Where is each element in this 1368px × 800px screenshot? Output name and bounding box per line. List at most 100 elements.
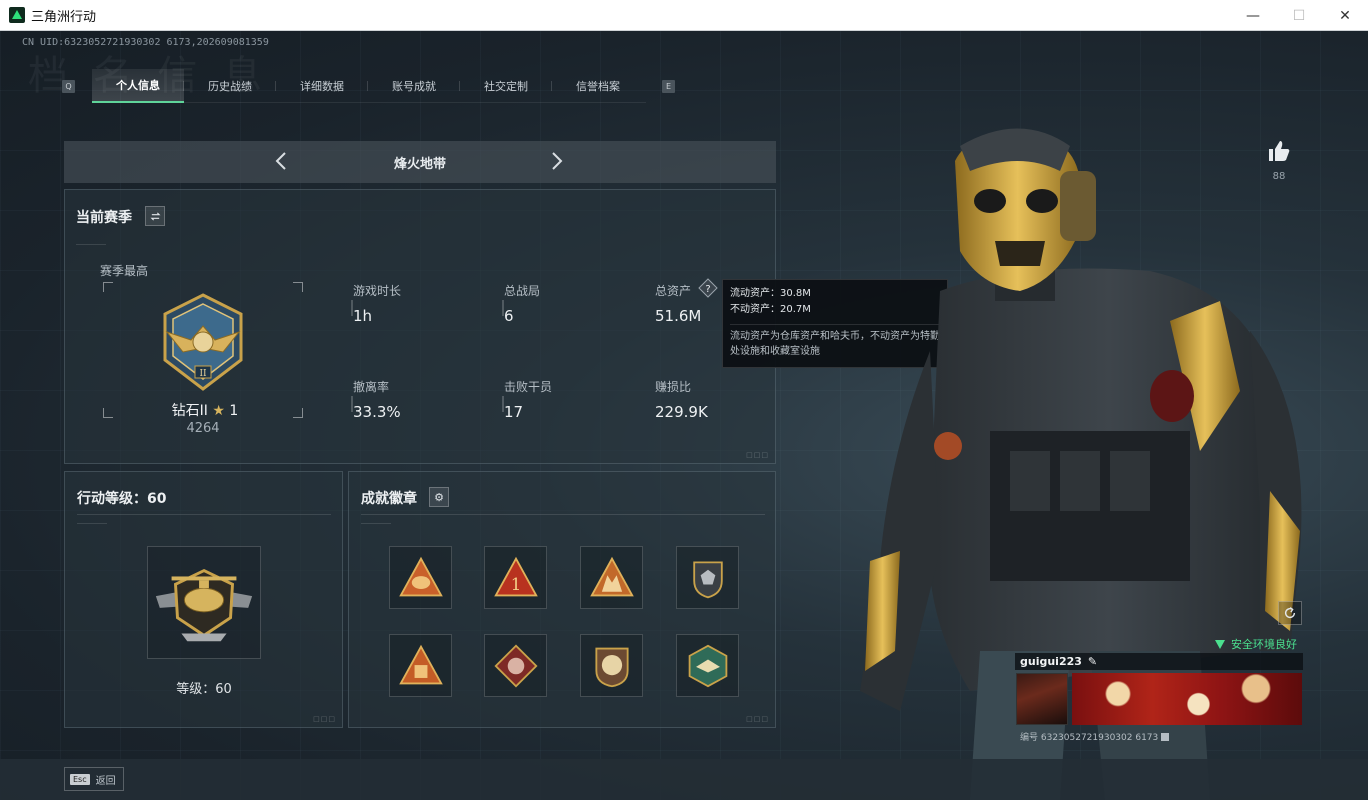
stat-bar bbox=[502, 396, 504, 412]
tab-bar: Q 个人信息 历史战绩 详细数据 账号成就 社交定制 信誉档案 E bbox=[62, 69, 676, 103]
season-best-label: 赛季最高 bbox=[100, 264, 149, 278]
achievement-badge-4[interactable] bbox=[676, 546, 739, 609]
tab-next-key[interactable]: E bbox=[662, 79, 675, 93]
stat-bar bbox=[351, 300, 353, 316]
back-button[interactable]: Esc 返回 bbox=[64, 767, 124, 791]
level-panel: 行动等级：60 等级：60 □□□ bbox=[64, 471, 343, 728]
maximize-button[interactable]: ☐ bbox=[1276, 0, 1322, 31]
rank-score: 4264 bbox=[186, 421, 220, 436]
achievement-badge-1[interactable] bbox=[389, 546, 452, 609]
refresh-icon bbox=[1284, 607, 1296, 619]
tab-personal-info[interactable]: 个人信息 bbox=[92, 69, 184, 103]
stat-label: 游戏时长 bbox=[353, 284, 402, 298]
edit-pencil-icon[interactable]: ✎ bbox=[1088, 655, 1097, 668]
window-controls: — ☐ ✕ bbox=[1230, 0, 1368, 31]
achievement-badge-7[interactable] bbox=[580, 634, 643, 697]
tab-account-achievements[interactable]: 账号成就 bbox=[368, 69, 460, 103]
window-titlebar: 三角洲行动 — ☐ ✕ bbox=[0, 0, 1368, 31]
level-title: 行动等级：60 bbox=[77, 491, 167, 507]
player-uid-row: 编号 6323052721930302 6173 bbox=[1020, 730, 1170, 743]
achievement-badge-8[interactable] bbox=[676, 634, 739, 697]
esc-key: Esc bbox=[70, 773, 90, 785]
dragon-diamond-badge-icon bbox=[493, 643, 538, 688]
achievement-badge-3[interactable] bbox=[580, 546, 643, 609]
level-badge-frame bbox=[147, 546, 261, 659]
rank-star-icon: ★ bbox=[212, 403, 225, 419]
frame-corner bbox=[293, 282, 303, 292]
player-banner bbox=[1072, 673, 1302, 725]
season-panel: 当前赛季 赛季最高 II 钻石II ★ 1 4264 游戏时长 1h 总战局 6… bbox=[64, 189, 776, 464]
like-widget[interactable]: 88 bbox=[1262, 139, 1296, 182]
tab-detailed-data[interactable]: 详细数据 bbox=[276, 69, 368, 103]
bottom-bar: Esc 返回 bbox=[0, 759, 1368, 800]
tab-social-custom[interactable]: 社交定制 bbox=[460, 69, 552, 103]
frame-corner bbox=[103, 408, 113, 418]
svg-text:II: II bbox=[199, 369, 207, 379]
refresh-button[interactable] bbox=[1278, 601, 1302, 625]
divider bbox=[361, 514, 765, 515]
bag-triangle-badge-icon bbox=[398, 644, 443, 684]
chevron-right-icon[interactable] bbox=[546, 151, 566, 171]
achievement-badge-2[interactable]: 1 bbox=[484, 546, 547, 609]
shield-check-icon bbox=[1215, 640, 1225, 649]
stat-label: 击败干员 bbox=[504, 380, 553, 394]
chevron-left-icon[interactable] bbox=[272, 151, 292, 171]
window-title: 三角洲行动 bbox=[31, 9, 97, 25]
eagle-hexagon-badge-icon bbox=[688, 644, 727, 687]
svg-text:?: ? bbox=[705, 284, 710, 295]
achievement-panel: 成就徽章 ⚙ 1 □□□ bbox=[348, 471, 776, 728]
rank-name: 钻石II bbox=[171, 403, 208, 419]
achievement-title: 成就徽章 bbox=[361, 491, 417, 507]
tab-history[interactable]: 历史战绩 bbox=[184, 69, 276, 103]
minimize-button[interactable]: — bbox=[1230, 0, 1276, 31]
mode-title: 烽火地带 bbox=[393, 156, 446, 172]
rank-name-row: 钻石II ★ 1 bbox=[165, 400, 245, 420]
achievement-badge-6[interactable] bbox=[484, 634, 547, 697]
frame-corner bbox=[103, 282, 113, 292]
player-avatar[interactable] bbox=[1016, 673, 1068, 725]
stat-label: 赚损比 bbox=[655, 380, 692, 394]
close-button[interactable]: ✕ bbox=[1322, 0, 1368, 31]
stat-label: 总战局 bbox=[504, 284, 541, 298]
stat-total-matches: 总战局 6 bbox=[502, 282, 644, 325]
season-switch-button[interactable] bbox=[145, 206, 165, 226]
diamond-rank-emblem-icon: II bbox=[163, 293, 243, 391]
panel-deco: □□□ bbox=[313, 715, 336, 723]
divider bbox=[77, 523, 107, 524]
stat-operators-defeated: 击败干员 17 bbox=[502, 378, 644, 421]
helicopter-level-badge-icon bbox=[155, 568, 253, 642]
stat-bar bbox=[502, 300, 504, 316]
copy-icon[interactable] bbox=[1161, 732, 1170, 741]
tab-list: 个人信息 历史战绩 详细数据 账号成就 社交定制 信誉档案 bbox=[92, 69, 646, 103]
player-card[interactable]: guigui223 ✎ 编号 6323052721930302 6173 bbox=[1015, 653, 1303, 757]
stat-value: 17 bbox=[504, 403, 524, 421]
achievement-settings-button[interactable]: ⚙ bbox=[429, 487, 449, 507]
help-icon[interactable]: ? bbox=[698, 278, 718, 298]
achievement-badge-5[interactable] bbox=[389, 634, 452, 697]
stat-label: 撤离率 bbox=[353, 380, 390, 394]
stat-profit-ratio: 赚损比 229.9K bbox=[655, 378, 795, 421]
stat-value: 229.9K bbox=[655, 403, 708, 421]
safe-environment-text: 安全环境良好 bbox=[1231, 638, 1297, 651]
panel-deco: □□□ bbox=[746, 715, 769, 723]
uid-line: CN UID:6323052721930302 6173,20260908135… bbox=[22, 37, 269, 48]
back-label: 返回 bbox=[95, 775, 116, 787]
svg-text:1: 1 bbox=[510, 574, 521, 593]
tab-prev-key[interactable]: Q bbox=[62, 79, 75, 93]
app-logo-icon bbox=[9, 7, 25, 23]
tab-credit-profile[interactable]: 信誉档案 bbox=[552, 69, 644, 103]
switch-icon bbox=[150, 211, 160, 221]
lion-shield-badge-icon bbox=[594, 647, 629, 687]
rank-stars: 1 bbox=[229, 403, 239, 419]
player-uid: 编号 6323052721930302 6173 bbox=[1020, 733, 1159, 743]
wolf-triangle-badge-icon bbox=[589, 556, 634, 596]
shield-badge-icon bbox=[692, 560, 723, 598]
level-text: 等级：60 bbox=[176, 682, 232, 697]
game-viewport: 档 名 信 息 CN UID:6323052721930302 6173,202… bbox=[0, 31, 1368, 800]
player-name: guigui223 bbox=[1020, 655, 1082, 668]
stat-value: 1h bbox=[353, 307, 373, 325]
thumbs-up-icon bbox=[1269, 141, 1290, 161]
gear-icon: ⚙ bbox=[434, 490, 444, 504]
stat-play-time: 游戏时长 1h bbox=[351, 282, 493, 325]
like-count: 88 bbox=[1272, 171, 1286, 182]
